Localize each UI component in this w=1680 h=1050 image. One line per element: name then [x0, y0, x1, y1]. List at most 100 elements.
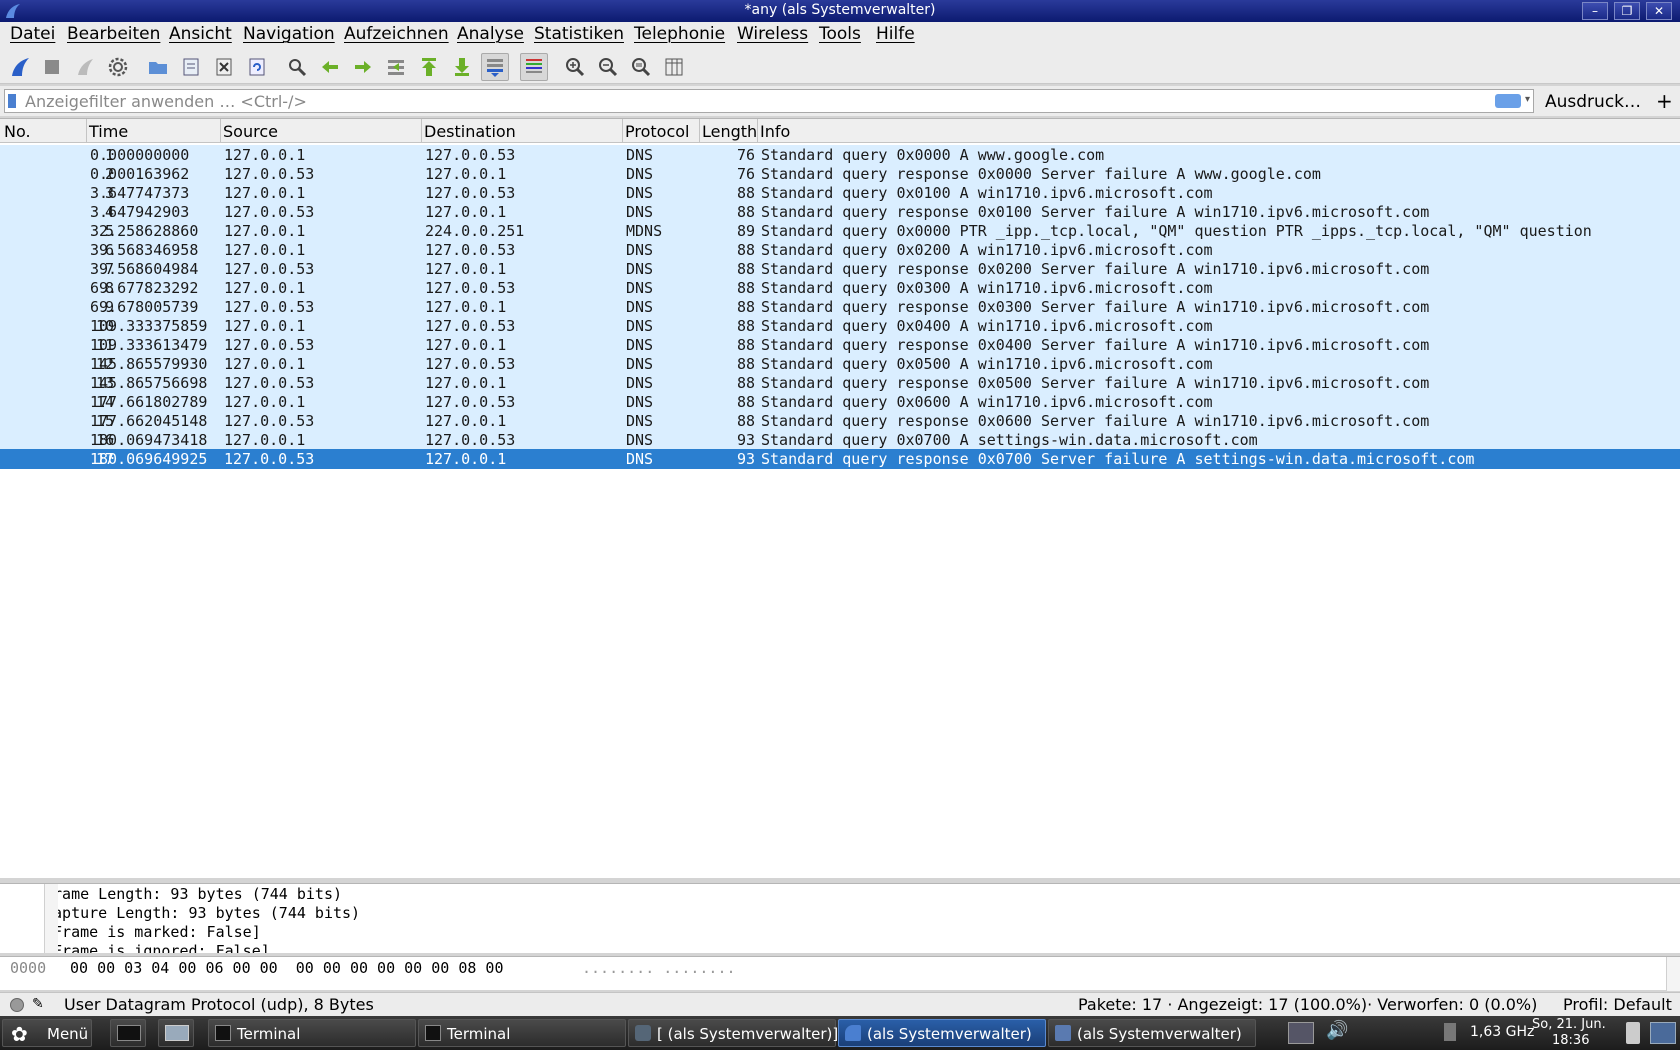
show-desktop-icon[interactable]	[1650, 1022, 1676, 1044]
close-window-button[interactable]: ✕	[1646, 2, 1672, 20]
packet-row[interactable]: 2 0.000163962 127.0.0.53 127.0.0.1 DNS 76 Stan…	[0, 164, 1680, 183]
packet-row[interactable]: 14 177.661802789 127.0.0.1 127.0.0.53 DNS 88 S…	[0, 392, 1680, 411]
profile-text[interactable]: Profil: Default	[1563, 995, 1672, 1014]
packet-row[interactable]: 9 69.678005739 127.0.0.53 127.0.0.1 DNS 88 Sta…	[0, 297, 1680, 316]
column-header-no[interactable]: No.	[4, 122, 31, 141]
first-packet-icon[interactable]	[415, 53, 443, 81]
clock-time[interactable]: 18:36	[1552, 1033, 1589, 1048]
expert-info-icon[interactable]	[10, 998, 24, 1012]
detail-line[interactable]: Capture Length: 93 bytes (744 bits)	[44, 904, 360, 922]
minimize-button[interactable]: –	[1582, 2, 1608, 20]
open-folder-icon[interactable]	[144, 53, 172, 81]
packet-info: Standard query 0x0200 A win1710.ipv6.mic…	[761, 241, 1213, 259]
colorize-icon[interactable]	[520, 53, 548, 81]
shark-fin-icon[interactable]	[6, 53, 34, 81]
packet-row[interactable]: 13 145.865756698 127.0.0.53 127.0.0.1 DNS 88 S…	[0, 373, 1680, 392]
taskbar-task[interactable]: [ (als Systemverwalter)]	[628, 1019, 838, 1047]
autoscroll-icon[interactable]	[481, 53, 509, 81]
restart-icon[interactable]	[71, 53, 99, 81]
packet-details-pane[interactable]: Frame Length: 93 bytes (744 bits) Captur…	[0, 883, 1680, 953]
packet-row-selected[interactable]: 17 180.069649925 127.0.0.53 127.0.0.1 DNS 93 S…	[0, 449, 1680, 469]
packet-row[interactable]: 6 39.568346958 127.0.0.1 127.0.0.53 DNS 88 Sta…	[0, 240, 1680, 259]
taskbar-task[interactable]: Terminal	[418, 1019, 626, 1047]
file-manager-launcher-icon[interactable]	[158, 1019, 194, 1047]
cpu-icon	[1444, 1023, 1456, 1041]
filter-bookmark-icon[interactable]	[8, 94, 16, 108]
start-menu-button[interactable]: ✿ Menü	[2, 1019, 92, 1047]
packet-info: Standard query response 0x0300 Server fa…	[761, 298, 1430, 316]
column-header-protocol[interactable]: Protocol	[625, 122, 689, 141]
display-filter-field[interactable]: ▾	[4, 89, 1534, 113]
menu-analyse[interactable]: Analyse	[457, 24, 524, 44]
network-disconnected-icon[interactable]	[1288, 1022, 1314, 1044]
filter-history-dropdown-icon[interactable]: ▾	[1525, 94, 1535, 108]
go-back-icon[interactable]	[316, 53, 344, 81]
menu-statistiken[interactable]: Statistiken	[534, 24, 624, 44]
menu-aufzeichnen[interactable]: Aufzeichnen	[344, 24, 449, 44]
column-header-length[interactable]: Length	[702, 122, 757, 141]
close-file-icon[interactable]	[210, 53, 238, 81]
apply-filter-arrow-icon[interactable]	[1495, 94, 1521, 108]
menu-datei[interactable]: Datei	[10, 24, 55, 44]
taskbar-task[interactable]: Terminal	[208, 1019, 416, 1047]
display-filter-input[interactable]	[25, 91, 1485, 111]
trash-icon[interactable]	[1626, 1022, 1640, 1044]
details-scrollbar[interactable]	[44, 884, 58, 953]
hex-ascii[interactable]: ........ ........	[582, 959, 736, 977]
packet-length: 93	[736, 431, 755, 449]
reload-icon[interactable]	[243, 53, 271, 81]
menu-navigation[interactable]: Navigation	[243, 24, 335, 44]
menu-bearbeiten[interactable]: Bearbeiten	[67, 24, 160, 44]
zoom-out-icon[interactable]	[594, 53, 622, 81]
packet-row[interactable]: 11 109.333613479 127.0.0.53 127.0.0.1 DNS 88 S…	[0, 335, 1680, 354]
go-forward-icon[interactable]	[349, 53, 377, 81]
packet-row[interactable]: 8 69.677823292 127.0.0.1 127.0.0.53 DNS 88 Sta…	[0, 278, 1680, 297]
packet-row[interactable]: 4 3.647942903 127.0.0.53 127.0.0.1 DNS 88 Stan…	[0, 202, 1680, 221]
packet-row[interactable]: 1 0.000000000 127.0.0.1 127.0.0.53 DNS 76 Stan…	[0, 145, 1680, 164]
menu-hilfe[interactable]: Hilfe	[876, 24, 915, 44]
capture-comment-icon[interactable]: ✎	[32, 996, 44, 1012]
packet-row[interactable]: 16 180.069473418 127.0.0.1 127.0.0.53 DNS 93 S…	[0, 430, 1680, 449]
packet-row[interactable]: 7 39.568604984 127.0.0.53 127.0.0.1 DNS 88 Sta…	[0, 259, 1680, 278]
packet-bytes-pane[interactable]: 0000 00 00 03 04 00 06 00 00 00 00 00 00…	[0, 956, 1680, 991]
packet-row[interactable]: 5 32.258628860 127.0.0.1 224.0.0.251 MDNS 89 S…	[0, 221, 1680, 240]
terminal-launcher-icon[interactable]	[110, 1019, 146, 1047]
options-gear-icon[interactable]	[104, 53, 132, 81]
last-packet-icon[interactable]	[448, 53, 476, 81]
menu-tools[interactable]: Tools	[819, 24, 861, 44]
packet-row[interactable]: 3 3.647747373 127.0.0.1 127.0.0.53 DNS 88 Stan…	[0, 183, 1680, 202]
packet-length: 88	[736, 298, 755, 316]
menu-wireless[interactable]: Wireless	[737, 24, 808, 44]
stop-icon[interactable]	[38, 53, 66, 81]
taskbar-task-active[interactable]: (als Systemverwalter)	[838, 1019, 1046, 1047]
detail-line[interactable]: [Frame is ignored: False]	[44, 942, 270, 953]
detail-line[interactable]: Frame Length: 93 bytes (744 bits)	[44, 885, 342, 903]
bytes-scrollbar[interactable]	[1666, 957, 1680, 991]
packet-time: 0.000163962	[90, 165, 190, 183]
column-header-time[interactable]: Time	[89, 122, 128, 141]
packet-row[interactable]: 12 145.865579930 127.0.0.1 127.0.0.53 DNS 88 S…	[0, 354, 1680, 373]
taskbar-task[interactable]: (als Systemverwalter)	[1048, 1019, 1256, 1047]
packet-row[interactable]: 15 177.662045148 127.0.0.53 127.0.0.1 DNS 88 S…	[0, 411, 1680, 430]
menu-telephonie[interactable]: Telephonie	[634, 24, 725, 44]
column-header-info[interactable]: Info	[760, 122, 790, 141]
expression-button[interactable]: Ausdruck…	[1545, 92, 1641, 112]
hex-bytes[interactable]: 00 00 03 04 00 06 00 00 00 00 00 00 00 0…	[70, 959, 503, 977]
menu-ansicht[interactable]: Ansicht	[169, 24, 232, 44]
column-header-source[interactable]: Source	[223, 122, 278, 141]
add-filter-button[interactable]: +	[1656, 89, 1673, 113]
clock-date[interactable]: So, 21. Jun.	[1532, 1017, 1606, 1032]
packet-destination: 127.0.0.1	[425, 260, 507, 278]
packet-row[interactable]: 10 109.333375859 127.0.0.1 127.0.0.53 DNS 88 S…	[0, 316, 1680, 335]
zoom-normal-icon[interactable]	[627, 53, 655, 81]
detail-line[interactable]: [Frame is marked: False]	[44, 923, 261, 941]
resize-columns-icon[interactable]	[660, 53, 688, 81]
packet-source: 127.0.0.1	[224, 222, 306, 240]
zoom-in-icon[interactable]	[561, 53, 589, 81]
volume-icon[interactable]: 🔊	[1326, 1020, 1348, 1041]
restore-button[interactable]: ❐	[1614, 2, 1640, 20]
save-file-icon[interactable]	[177, 53, 205, 81]
go-to-packet-icon[interactable]	[382, 53, 410, 81]
column-header-destination[interactable]: Destination	[424, 122, 516, 141]
find-icon[interactable]	[283, 53, 311, 81]
